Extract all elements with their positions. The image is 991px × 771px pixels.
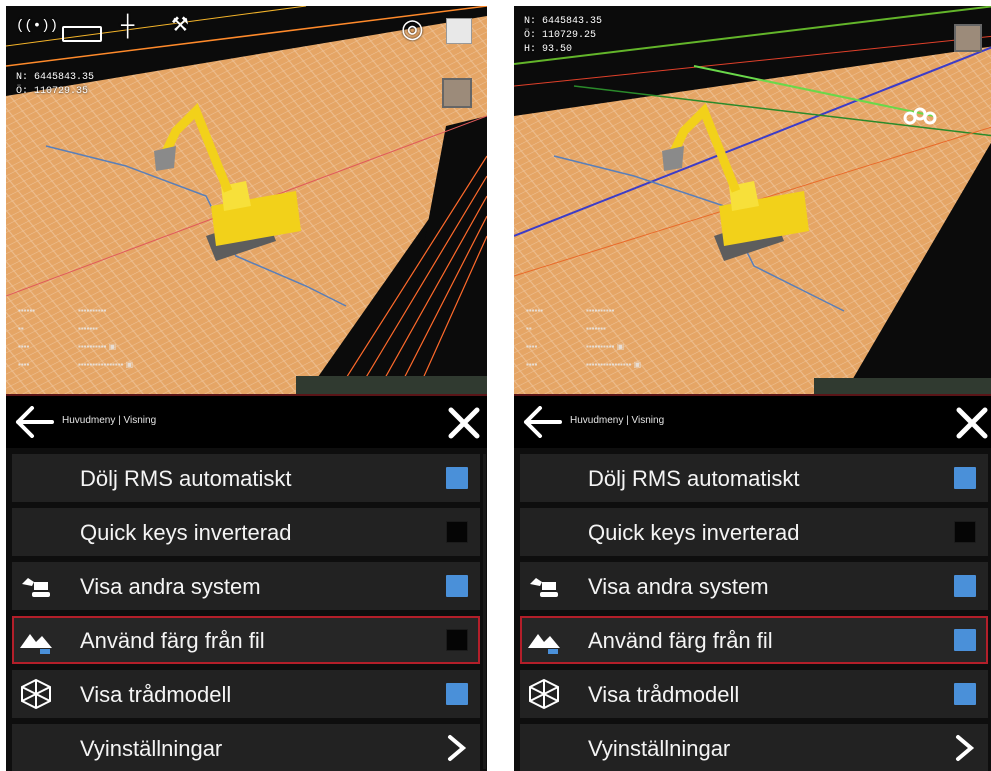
left-screen: ((•)) ┼ ⚒ ◎ N: 6445843.35 Ö: 110729.35 ▪…: [6, 6, 487, 771]
menu-item-label: Vyinställningar: [80, 736, 223, 761]
breadcrumb: Huvudmeny | Visning: [570, 415, 665, 426]
wireframe-cube-icon: [21, 678, 51, 710]
menu-item-label: Quick keys inverterad: [80, 520, 292, 545]
close-icon[interactable]: [447, 406, 481, 440]
checkbox-dolj-rms[interactable]: [954, 467, 976, 489]
coord-height: H: 93.50: [524, 44, 573, 55]
tool-icon[interactable]: ⚒: [171, 12, 189, 38]
3d-viewport[interactable]: ((•)) ┼ ⚒ ◎ N: 6445843.35 Ö: 110729.35 ▪…: [6, 6, 487, 394]
checkbox-anvand-farg[interactable]: [446, 629, 468, 651]
menu-item-quick-keys[interactable]: Quick keys inverterad: [520, 508, 988, 556]
info-line: ▪▪▪▪▪▪ ▪▪▪▪▪▪▪▪▪▪: [526, 306, 615, 315]
checkbox-visa-tradmodell[interactable]: [446, 683, 468, 705]
menu-item-label: Visa trådmodell: [80, 682, 232, 707]
menu-item-dolj-rms[interactable]: Dölj RMS automatiskt: [520, 454, 988, 502]
settings-menu: Huvudmeny | Visning Dölj RMS automatiskt…: [514, 394, 991, 771]
menu-item-label: Quick keys inverterad: [588, 520, 800, 545]
menu-item-dolj-rms[interactable]: Dölj RMS automatiskt: [12, 454, 480, 502]
info-line: ▪▪ ▪▪▪▪▪▪▪: [18, 324, 98, 333]
menu-item-label: Använd färg från fil: [80, 628, 265, 653]
right-screen: N: 6445843.35 Ö: 110729.25 H: 93.50 ▪▪▪▪…: [514, 6, 991, 771]
scrollbar[interactable]: [483, 454, 486, 769]
excavator-icon: [530, 578, 558, 597]
terrain-icon: [20, 634, 52, 654]
menu-item-vyinstallningar[interactable]: Vyinställningar: [520, 724, 988, 771]
menu-item-visa-andra-system[interactable]: Visa andra system: [12, 562, 480, 610]
3d-viewport[interactable]: N: 6445843.35 Ö: 110729.25 H: 93.50 ▪▪▪▪…: [514, 6, 991, 394]
menu-item-visa-tradmodell[interactable]: Visa trådmodell: [12, 670, 480, 718]
menu-item-label: Dölj RMS automatiskt: [80, 466, 292, 491]
menu-item-label: Visa trådmodell: [588, 682, 740, 707]
battery-icon: [62, 26, 102, 42]
menu-item-vyinstallningar[interactable]: Vyinställningar: [12, 724, 480, 771]
checkbox-anvand-farg[interactable]: [954, 629, 976, 651]
menu-item-visa-andra-system[interactable]: Visa andra system: [520, 562, 988, 610]
excavator-icon: [22, 578, 50, 597]
terrain-icon: [528, 634, 560, 654]
info-line: ▪▪ ▪▪▪▪▪▪▪: [526, 324, 606, 333]
menu-item-label: Visa andra system: [80, 574, 261, 599]
fit-view-icon[interactable]: [442, 78, 472, 108]
wireframe-cube-icon: [529, 678, 559, 710]
crosshair-icon[interactable]: ┼: [121, 14, 134, 39]
info-line: ▪▪▪▪ ▪▪▪▪▪▪▪▪▪▪ ▣: [18, 342, 117, 351]
back-arrow-icon[interactable]: [522, 406, 562, 438]
checkbox-visa-andra-system[interactable]: [446, 575, 468, 597]
checkbox-quick-keys[interactable]: [954, 521, 976, 543]
gnss-signal-icon[interactable]: ((•)): [16, 18, 58, 34]
info-line: ▪▪▪▪ ▪▪▪▪▪▪▪▪▪▪ ▣: [526, 342, 625, 351]
coord-east: Ö: 110729.35: [16, 86, 89, 97]
menu-header: Huvudmeny | Visning: [514, 396, 991, 448]
menu-header: Huvudmeny | Visning: [6, 396, 487, 448]
info-line: ▪▪▪▪ ▪▪▪▪▪▪▪▪▪▪▪▪▪▪▪▪ ▣: [18, 360, 134, 369]
chevron-right-icon: [448, 735, 467, 761]
target-icon[interactable]: ◎: [401, 14, 424, 45]
checkbox-visa-andra-system[interactable]: [954, 575, 976, 597]
menu-item-anvand-farg[interactable]: Använd färg från fil: [12, 616, 480, 664]
menu-item-anvand-farg[interactable]: Använd färg från fil: [520, 616, 988, 664]
menu-item-label: Dölj RMS automatiskt: [588, 466, 800, 491]
info-line: ▪▪▪▪▪▪ ▪▪▪▪▪▪▪▪▪▪: [18, 306, 107, 315]
coord-north: N: 6445843.35: [524, 16, 603, 27]
back-arrow-icon[interactable]: [14, 406, 54, 438]
menu-item-label: Vyinställningar: [588, 736, 731, 761]
coord-east: Ö: 110729.25: [524, 30, 597, 41]
view-cube-icon[interactable]: [446, 18, 472, 44]
close-icon[interactable]: [955, 406, 989, 440]
menu-item-visa-tradmodell[interactable]: Visa trådmodell: [520, 670, 988, 718]
settings-menu: Huvudmeny | Visning Dölj RMS automatiskt…: [6, 394, 487, 771]
checkbox-dolj-rms[interactable]: [446, 467, 468, 489]
fit-view-icon[interactable]: [954, 24, 982, 52]
checkbox-quick-keys[interactable]: [446, 521, 468, 543]
coord-north: N: 6445843.35: [16, 72, 95, 83]
terrain-scene: [514, 6, 991, 394]
menu-item-label: Visa andra system: [588, 574, 769, 599]
menu-item-quick-keys[interactable]: Quick keys inverterad: [12, 508, 480, 556]
menu-item-label: Använd färg från fil: [588, 628, 773, 653]
info-line: ▪▪▪▪ ▪▪▪▪▪▪▪▪▪▪▪▪▪▪▪▪ ▣: [526, 360, 642, 369]
terrain-scene: [6, 6, 487, 394]
chevron-right-icon: [956, 735, 975, 761]
checkbox-visa-tradmodell[interactable]: [954, 683, 976, 705]
breadcrumb: Huvudmeny | Visning: [62, 415, 157, 426]
